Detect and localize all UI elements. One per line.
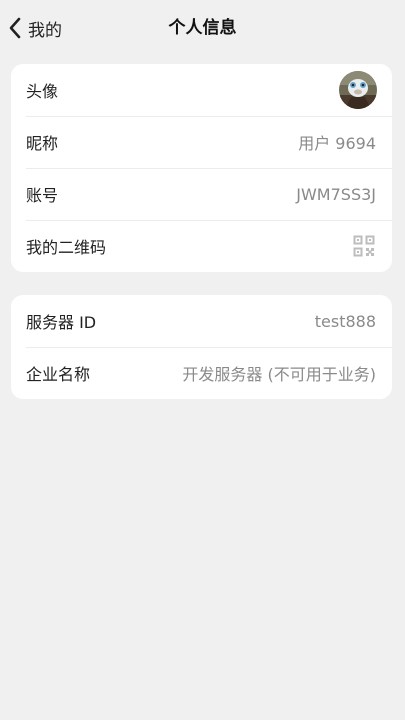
qr-code-icon bbox=[353, 235, 375, 257]
back-label: 我的 bbox=[28, 20, 62, 41]
nickname-value: 用户 9694 bbox=[298, 134, 376, 153]
qrcode-row[interactable]: 我的二维码 bbox=[11, 220, 392, 272]
company-label: 企业名称 bbox=[26, 365, 91, 384]
avatar-label: 头像 bbox=[26, 82, 59, 101]
account-row[interactable]: 账号 JWM7SS3J bbox=[11, 168, 392, 220]
server-id-label: 服务器 ID bbox=[26, 313, 97, 332]
qrcode-label: 我的二维码 bbox=[26, 238, 107, 257]
server-id-value: test888 bbox=[314, 311, 376, 331]
profile-card: 头像 昵称 用户 9694 账号 JWM7SS3J 我的二维码 bbox=[11, 64, 392, 272]
chevron-left-icon bbox=[9, 17, 21, 39]
server-card: 服务器 ID test888 企业名称 开发服务器 (不可用于业务) bbox=[11, 295, 392, 399]
account-value: JWM7SS3J bbox=[296, 184, 376, 204]
server-id-row[interactable]: 服务器 ID test888 bbox=[11, 295, 392, 347]
avatar[interactable] bbox=[339, 71, 377, 109]
nickname-row[interactable]: 昵称 用户 9694 bbox=[11, 116, 392, 168]
account-label: 账号 bbox=[26, 186, 59, 205]
avatar-row[interactable]: 头像 bbox=[11, 64, 392, 116]
nickname-label: 昵称 bbox=[26, 134, 59, 153]
company-value: 开发服务器 (不可用于业务) bbox=[182, 365, 376, 384]
back-button[interactable]: 我的 bbox=[8, 14, 62, 42]
navigation-bar: 我的 个人信息 bbox=[0, 0, 405, 54]
company-row[interactable]: 企业名称 开发服务器 (不可用于业务) bbox=[11, 347, 392, 399]
